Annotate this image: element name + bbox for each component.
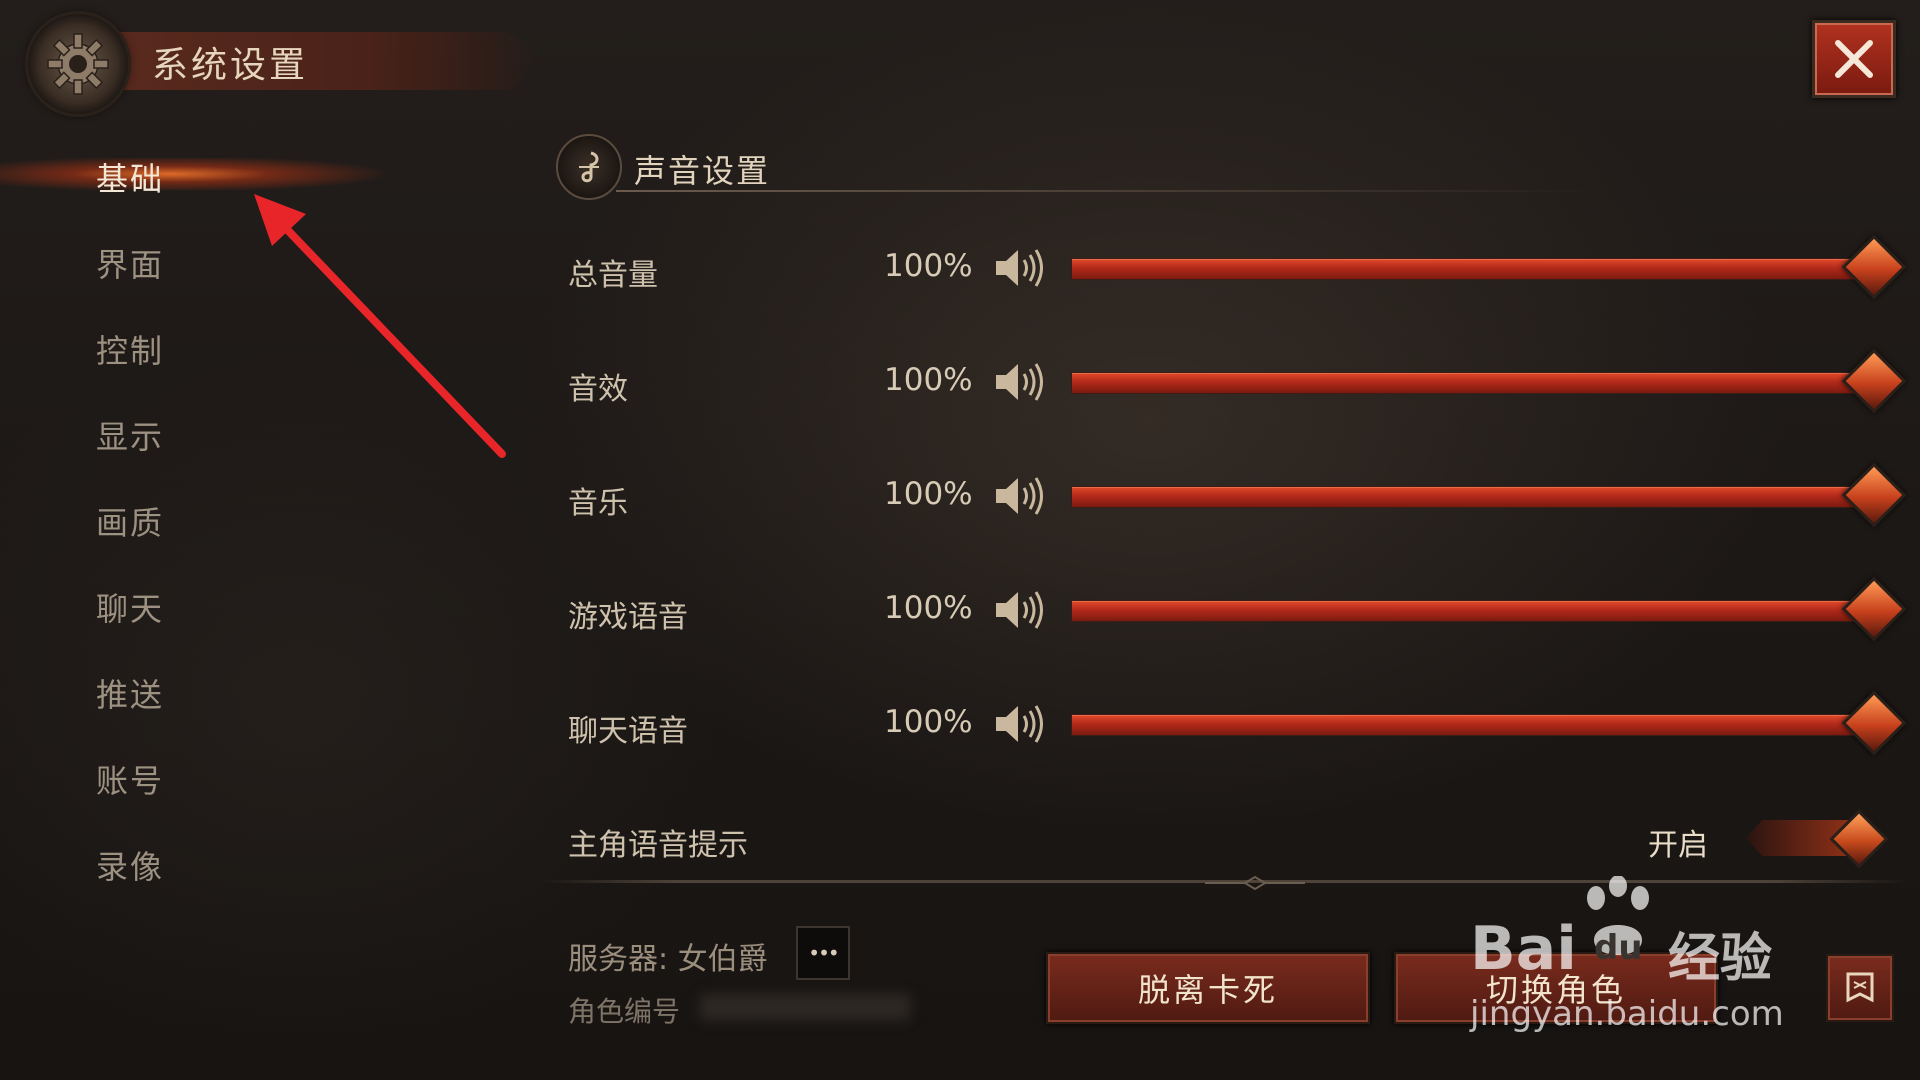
nav-item-label: 基础 [96, 160, 165, 198]
row-label: 主角语音提示 [568, 828, 748, 863]
volume-slider[interactable] [1071, 576, 1907, 642]
volume-slider[interactable] [1071, 348, 1907, 414]
nav-item-basic[interactable]: 基础 [0, 140, 440, 210]
volume-row-chat-voice: 聊天语音 100% [568, 690, 1907, 756]
role-id-label: 角色编号 [568, 995, 681, 1028]
toggle-state-label: 开启 [1648, 828, 1708, 863]
volume-slider[interactable] [1071, 690, 1907, 756]
watermark-brand2: du [1594, 928, 1643, 968]
speaker-icon[interactable] [992, 358, 1048, 406]
row-label: 聊天语音 [568, 714, 688, 749]
server-label: 服务器: 女伯爵 [568, 942, 768, 977]
row-value: 100% [884, 704, 973, 740]
slider-fill [1071, 372, 1873, 394]
server-more-button[interactable]: ••• [796, 926, 850, 980]
more-icon: ••• [808, 941, 839, 965]
nav-item-account[interactable]: 账号 [0, 742, 440, 812]
baidu-watermark: Bai du 经验 jingyan.baidu.com [1470, 876, 1810, 1046]
slider-fill [1071, 486, 1873, 508]
nav-item-label: 画质 [96, 504, 165, 542]
hero-voice-hint-toggle[interactable] [1746, 809, 1889, 869]
speaker-icon[interactable] [992, 472, 1048, 520]
music-note-icon [556, 134, 622, 200]
gear-icon [28, 14, 128, 114]
row-label: 游戏语音 [568, 600, 688, 635]
nav-item-label: 推送 [96, 676, 165, 714]
unstuck-button[interactable]: 脱离卡死 [1046, 952, 1370, 1024]
hero-voice-hint-row: 主角语音提示 开启 [568, 808, 1898, 869]
watermark-text: 经验 [1668, 929, 1773, 989]
close-icon [1835, 40, 1873, 78]
section-header: 声音设置 [556, 134, 1596, 200]
section-title: 声音设置 [634, 152, 771, 190]
volume-row-music: 音乐 100% [568, 462, 1907, 528]
slider-fill [1071, 600, 1873, 622]
nav-item-display[interactable]: 显示 [0, 398, 440, 468]
title-banner: 系统设置 [14, 8, 540, 114]
nav-item-interface[interactable]: 界面 [0, 226, 440, 296]
toggle-knob [1829, 809, 1889, 869]
role-id-value-blurred [700, 994, 910, 1020]
volume-row-sfx: 音效 100% [568, 348, 1907, 414]
volume-slider[interactable] [1071, 462, 1907, 528]
nav-item-label: 显示 [96, 418, 165, 456]
watermark-brand: Bai [1470, 914, 1577, 984]
slider-fill [1071, 258, 1873, 280]
row-label: 音效 [568, 372, 628, 407]
slider-knob[interactable] [1841, 234, 1907, 300]
flag-button[interactable] [1826, 954, 1894, 1022]
nav-item-push[interactable]: 推送 [0, 656, 440, 726]
slider-knob[interactable] [1841, 690, 1907, 756]
nav-item-label: 录像 [96, 848, 165, 886]
volume-row-master: 总音量 100% [568, 234, 1907, 300]
speaker-icon[interactable] [992, 586, 1048, 634]
row-label: 总音量 [568, 258, 658, 293]
section-divider [616, 190, 1596, 192]
speaker-icon[interactable] [992, 244, 1048, 292]
nav-item-recording[interactable]: 录像 [0, 828, 440, 898]
row-value: 100% [884, 590, 973, 626]
nav-item-label: 界面 [96, 246, 165, 284]
unstuck-button-label: 脱离卡死 [1137, 971, 1278, 1009]
flag-icon [1846, 972, 1874, 1003]
nav-item-label: 账号 [96, 762, 165, 800]
slider-fill [1071, 714, 1873, 736]
slider-knob[interactable] [1841, 348, 1907, 414]
nav-item-controls[interactable]: 控制 [0, 312, 440, 382]
close-button[interactable] [1812, 20, 1896, 98]
nav-item-label: 控制 [96, 332, 165, 370]
row-value: 100% [884, 248, 973, 284]
divider-ornament-icon [1205, 876, 1305, 890]
nav-item-label: 聊天 [96, 590, 165, 628]
slider-knob[interactable] [1841, 576, 1907, 642]
volume-row-game-voice: 游戏语音 100% [568, 576, 1907, 642]
row-label: 音乐 [568, 486, 628, 521]
window-title: 系统设置 [152, 45, 309, 86]
row-value: 100% [884, 362, 973, 398]
nav-item-graphics[interactable]: 画质 [0, 484, 440, 554]
speaker-icon[interactable] [992, 700, 1048, 748]
watermark-url: jingyan.baidu.com [1470, 994, 1784, 1034]
volume-slider[interactable] [1071, 234, 1907, 300]
nav-item-chat[interactable]: 聊天 [0, 570, 440, 640]
slider-knob[interactable] [1841, 462, 1907, 528]
row-value: 100% [884, 476, 973, 512]
